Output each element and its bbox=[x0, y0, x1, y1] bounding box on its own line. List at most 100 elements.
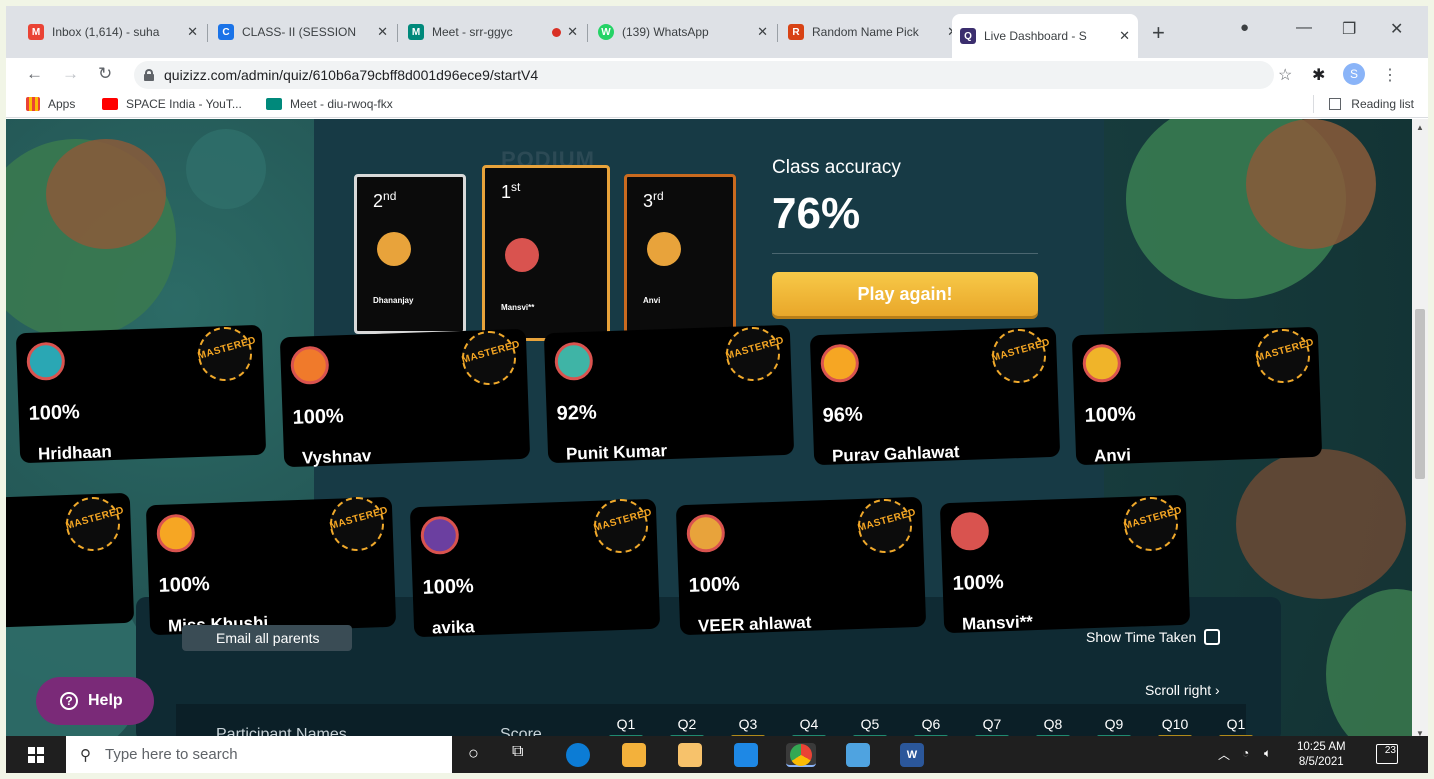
bookmarks-bar: Apps SPACE India - YouT... Meet - diu-rw… bbox=[6, 92, 1428, 118]
close-tab-icon[interactable]: ✕ bbox=[1119, 28, 1130, 44]
url-text: quizizz.com/admin/quiz/610b6a79cbff8d001… bbox=[164, 67, 539, 83]
tab-meet[interactable]: M Meet - srr-ggyc ✕ bbox=[400, 17, 586, 47]
participant-score: 100% bbox=[292, 405, 345, 429]
question-column-header[interactable]: Q1 bbox=[608, 716, 644, 732]
scrollbar-thumb[interactable] bbox=[1415, 309, 1425, 479]
avatar bbox=[156, 513, 196, 553]
taskbar-clock[interactable]: 10:25 AM 8/5/2021 bbox=[1297, 740, 1346, 770]
question-column-header[interactable]: Q6 bbox=[913, 716, 949, 732]
cortana-icon[interactable]: ○ bbox=[468, 743, 492, 767]
mastered-badge: MASTERED bbox=[1123, 497, 1183, 551]
bookmark-apps[interactable]: Apps bbox=[26, 97, 75, 111]
volume-icon[interactable]: 🔈︎ bbox=[1264, 746, 1271, 761]
email-all-parents-button[interactable]: Email all parents bbox=[182, 625, 352, 651]
forward-arrow-icon[interactable]: → bbox=[62, 64, 79, 84]
word-icon[interactable]: W bbox=[900, 743, 924, 767]
participant-score: 100% bbox=[688, 573, 741, 597]
store-icon[interactable] bbox=[678, 743, 702, 767]
help-button[interactable]: ? Help bbox=[36, 677, 154, 725]
windows-start-icon[interactable] bbox=[28, 747, 44, 763]
mastered-badge: MASTERED bbox=[197, 327, 257, 381]
menu-kebab-icon[interactable]: ⋮ bbox=[1382, 65, 1398, 85]
podium-name: Anvi bbox=[643, 296, 661, 305]
question-column-header[interactable]: Q3 bbox=[730, 716, 766, 732]
bookmark-star-icon[interactable]: ☆ bbox=[1278, 65, 1292, 85]
play-again-button[interactable]: Play again! bbox=[772, 272, 1038, 316]
mastered-badge: MASTERED bbox=[461, 331, 521, 385]
question-column-header[interactable]: Q2 bbox=[669, 716, 705, 732]
question-column-header[interactable]: Q7 bbox=[974, 716, 1010, 732]
file-explorer-icon[interactable] bbox=[622, 743, 646, 767]
podium-card-3rd: 3rd Anvi bbox=[624, 174, 736, 334]
tab-gmail[interactable]: M Inbox (1,614) - suha ✕ bbox=[20, 17, 206, 47]
participant-score: 100% bbox=[422, 575, 475, 599]
bookmark-meet[interactable]: Meet - diu-rwoq-fkx bbox=[266, 97, 393, 111]
mail-icon[interactable] bbox=[734, 743, 758, 767]
scroll-right-button[interactable]: Scroll right › bbox=[1145, 682, 1220, 698]
tab-whatsapp[interactable]: W (139) WhatsApp ✕ bbox=[590, 17, 776, 47]
close-tab-icon[interactable]: ✕ bbox=[757, 24, 768, 40]
extensions-puzzle-icon[interactable]: ✱ bbox=[1312, 65, 1325, 85]
back-arrow-icon[interactable]: ← bbox=[26, 64, 43, 84]
chrome-icon[interactable] bbox=[786, 743, 816, 767]
participant-name: Anvi bbox=[1093, 445, 1132, 466]
task-view-icon[interactable]: ⧉ bbox=[512, 743, 536, 767]
avatar bbox=[420, 515, 460, 555]
photos-icon[interactable] bbox=[846, 743, 870, 767]
parrot-illustration bbox=[186, 129, 266, 209]
monkey-illustration bbox=[1236, 449, 1406, 599]
question-column-header[interactable]: Q5 bbox=[852, 716, 888, 732]
network-icon[interactable]: ◔ bbox=[1242, 746, 1249, 760]
question-column-header[interactable]: Q1 bbox=[1218, 716, 1254, 732]
question-column-header[interactable]: Q4 bbox=[791, 716, 827, 732]
quiz-dashboard-page: PODIUM 2nd Dhananjay 1st Mansvi** 3rd An… bbox=[6, 119, 1428, 742]
bookmark-space-india[interactable]: SPACE India - YouT... bbox=[102, 97, 242, 111]
mastered-badge: MASTERED bbox=[725, 327, 785, 381]
reload-icon[interactable]: ↻ bbox=[98, 64, 112, 84]
whatsapp-icon: W bbox=[598, 24, 614, 40]
close-tab-icon[interactable]: ✕ bbox=[377, 24, 388, 40]
question-column-header[interactable]: Q9 bbox=[1096, 716, 1132, 732]
close-tab-icon[interactable]: ✕ bbox=[567, 24, 578, 40]
taskbar-search-box[interactable]: ⚲ Type here to search bbox=[66, 736, 452, 773]
avatar bbox=[505, 238, 539, 272]
avatar bbox=[647, 232, 681, 266]
meet-icon: M bbox=[408, 24, 424, 40]
question-column-header[interactable]: Q8 bbox=[1035, 716, 1071, 732]
divider bbox=[772, 253, 1038, 254]
participant-name: avika bbox=[431, 617, 475, 638]
help-question-icon: ? bbox=[60, 692, 78, 710]
class-accuracy-label: Class accuracy bbox=[772, 157, 901, 178]
podium-name: Mansvi** bbox=[501, 303, 535, 312]
participant-score: 100% bbox=[158, 573, 211, 597]
profile-avatar[interactable]: S bbox=[1343, 63, 1365, 85]
new-tab-button[interactable]: + bbox=[1152, 20, 1165, 46]
close-window-icon[interactable]: ✕ bbox=[1390, 19, 1403, 39]
mastered-badge: MASTERED bbox=[593, 499, 653, 553]
tab-search-icon[interactable]: ● bbox=[1240, 19, 1249, 36]
tray-chevron-icon[interactable]: ︿ bbox=[1218, 746, 1230, 763]
participant-score: 100% bbox=[952, 571, 1005, 595]
participant-score: 100% bbox=[28, 401, 81, 425]
reading-list-button[interactable]: Reading list bbox=[1313, 95, 1414, 113]
notification-center-icon[interactable]: 23 bbox=[1376, 744, 1398, 764]
tab-live-dashboard[interactable]: Q Live Dashboard - S ✕ bbox=[952, 14, 1138, 58]
question-column-header[interactable]: Q10 bbox=[1157, 716, 1193, 732]
close-tab-icon[interactable]: ✕ bbox=[187, 24, 198, 40]
tab-random-name-picker[interactable]: R Random Name Pick ✕ bbox=[780, 17, 966, 47]
participant-score: 92% bbox=[556, 401, 598, 425]
tab-classroom[interactable]: C CLASS- II (SESSION ✕ bbox=[210, 17, 396, 47]
address-bar[interactable]: quizizz.com/admin/quiz/610b6a79cbff8d001… bbox=[134, 61, 1274, 89]
participant-name: Hridhaan bbox=[37, 442, 113, 464]
page-scrollbar[interactable]: ▲ ▼ bbox=[1412, 119, 1428, 742]
edge-icon[interactable] bbox=[566, 743, 590, 767]
checkbox[interactable] bbox=[1204, 629, 1221, 645]
participant-score: 100% bbox=[1084, 403, 1137, 427]
minimize-icon[interactable]: — bbox=[1296, 19, 1312, 37]
podium-name: Dhananjay bbox=[373, 296, 414, 305]
restore-icon[interactable]: ❐ bbox=[1342, 19, 1356, 39]
scroll-up-icon[interactable]: ▲ bbox=[1416, 123, 1424, 132]
show-time-taken-toggle[interactable]: Show Time Taken bbox=[1086, 629, 1221, 645]
podium-rank: 1st bbox=[501, 180, 521, 202]
mastered-badge: MASTERED bbox=[857, 499, 917, 553]
